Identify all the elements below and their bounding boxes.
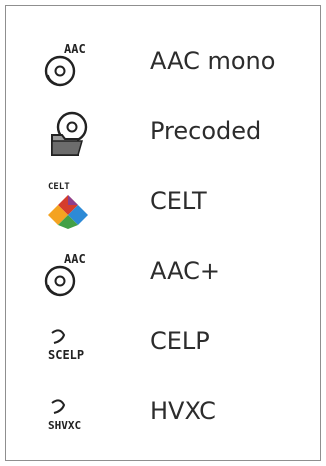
menu-item-label: CELP: [150, 327, 210, 355]
svg-text:SHVXC: SHVXC: [48, 419, 81, 432]
celt-diamond-icon: CELT: [42, 179, 94, 229]
menu-item-celt[interactable]: CELT CELT: [6, 171, 320, 237]
svg-text:SCELP: SCELP: [48, 348, 84, 362]
menu-item-aac-plus[interactable]: AAC AAC+: [6, 241, 320, 307]
menu-item-label: AAC+: [150, 257, 220, 285]
aac-disc-icon: AAC: [42, 39, 94, 89]
menu-item-aac-mono[interactable]: AAC AAC mono: [6, 31, 320, 97]
menu-item-precoded[interactable]: Precoded: [6, 101, 320, 167]
aac-disc-icon: AAC: [42, 249, 94, 299]
menu-item-hvxc[interactable]: SHVXC HVXC: [6, 381, 320, 447]
menu-item-label: CELT: [150, 187, 207, 215]
menu-item-celp[interactable]: SCELP CELP: [6, 311, 320, 377]
menu-item-label: Precoded: [150, 117, 262, 145]
celp-speech-icon: SCELP: [42, 319, 94, 369]
menu-item-label: HVXC: [150, 397, 216, 425]
svg-text:AAC: AAC: [64, 42, 86, 56]
menu-item-label: AAC mono: [150, 47, 276, 75]
svg-text:AAC: AAC: [64, 252, 86, 266]
svg-text:CELT: CELT: [48, 182, 70, 192]
codec-menu: AAC AAC mono Precoded CELT CELT AAC AAC+…: [5, 5, 321, 461]
folder-disc-icon: [42, 109, 94, 159]
hvxc-speech-icon: SHVXC: [42, 389, 94, 439]
